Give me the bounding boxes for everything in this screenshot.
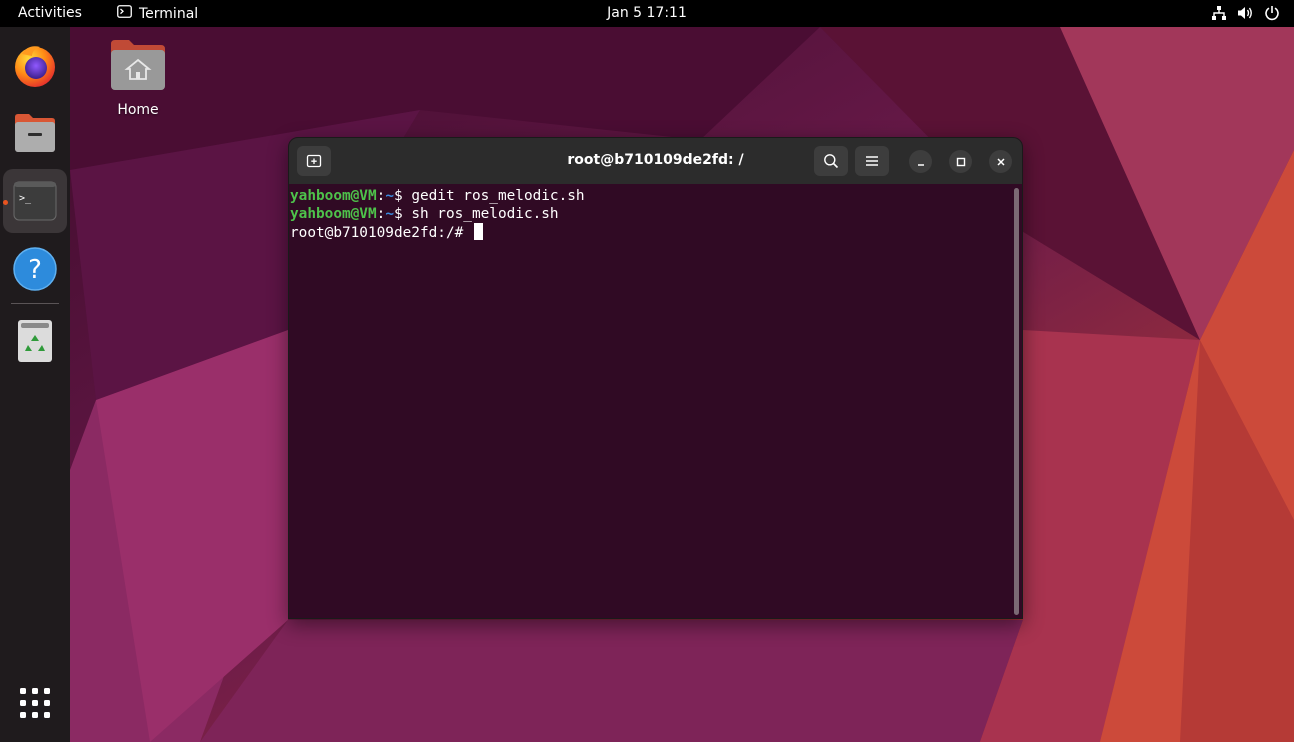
new-tab-button[interactable] [297, 146, 331, 176]
maximize-button[interactable] [949, 150, 972, 173]
home-folder-icon [111, 40, 165, 90]
terminal-line: yahboom@VM:~$ gedit ros_melodic.sh [290, 187, 1022, 205]
close-button[interactable] [989, 150, 1012, 173]
scrollbar[interactable] [1014, 188, 1019, 615]
search-button[interactable] [814, 146, 848, 176]
close-icon [996, 157, 1005, 166]
system-tray[interactable] [1211, 5, 1280, 25]
search-icon [824, 154, 839, 169]
root-prompt: root@b710109de2fd:/# [290, 225, 472, 241]
app-menu[interactable]: Terminal [117, 5, 198, 22]
prompt-path: ~ [385, 188, 394, 204]
dock-separator [11, 303, 59, 304]
power-icon [1264, 5, 1280, 25]
svg-text:>_: >_ [19, 193, 32, 204]
new-tab-icon [306, 154, 322, 168]
terminal-current-line[interactable]: root@b710109de2fd:/# [290, 223, 1022, 241]
prompt-user: yahboom@VM [290, 188, 377, 204]
dock-terminal[interactable]: >_ [3, 169, 67, 233]
desktop-home-icon[interactable]: Home [104, 38, 172, 118]
prompt-separator: : [376, 188, 386, 204]
command-text: sh ros_melodic.sh [411, 206, 559, 222]
command-text: gedit ros_melodic.sh [411, 188, 585, 204]
trash-icon [18, 320, 52, 362]
title-bar[interactable]: root@b710109de2fd: / [289, 138, 1022, 184]
files-icon [15, 114, 55, 152]
terminal-output[interactable]: yahboom@VM:~$ gedit ros_melodic.sh yahbo… [289, 184, 1022, 618]
prompt-symbol: $ [393, 188, 412, 204]
minimize-button[interactable] [909, 150, 932, 173]
hamburger-menu-icon [866, 156, 878, 166]
prompt-separator: : [376, 206, 386, 222]
menu-button[interactable] [855, 146, 889, 176]
help-icon: ? [13, 247, 57, 291]
running-indicator [3, 200, 8, 205]
app-menu-label: Terminal [139, 5, 199, 22]
home-label: Home [117, 102, 159, 118]
show-apps-button[interactable] [3, 671, 67, 735]
clock[interactable]: Jan 5 17:11 [607, 5, 687, 21]
dock-trash[interactable] [3, 309, 67, 373]
dock-help[interactable]: ? [3, 237, 67, 301]
svg-text:?: ? [28, 255, 42, 285]
dock-files[interactable] [3, 101, 67, 165]
app-grid-icon [20, 688, 50, 718]
maximize-icon [956, 157, 965, 166]
prompt-user: yahboom@VM [290, 206, 377, 222]
volume-icon [1237, 5, 1254, 25]
text-cursor [473, 223, 483, 240]
firefox-icon [15, 46, 55, 87]
terminal-icon [117, 5, 132, 22]
prompt-path: ~ [385, 206, 394, 222]
window-title: root@b710109de2fd: / [567, 152, 744, 168]
terminal-icon: >_ [13, 181, 57, 221]
minimize-icon [917, 163, 924, 166]
prompt-symbol: $ [393, 206, 412, 222]
top-bar: Activities Terminal Jan 5 17:11 [0, 0, 1294, 27]
activities-button[interactable]: Activities [18, 5, 82, 21]
terminal-window[interactable]: root@b710109de2fd: / yahboom@VM:~$ gedit… [288, 137, 1023, 619]
dock: >_ ? [0, 27, 70, 742]
dock-firefox[interactable] [3, 33, 67, 97]
terminal-line: yahboom@VM:~$ sh ros_melodic.sh [290, 205, 1022, 223]
network-icon [1211, 5, 1227, 25]
